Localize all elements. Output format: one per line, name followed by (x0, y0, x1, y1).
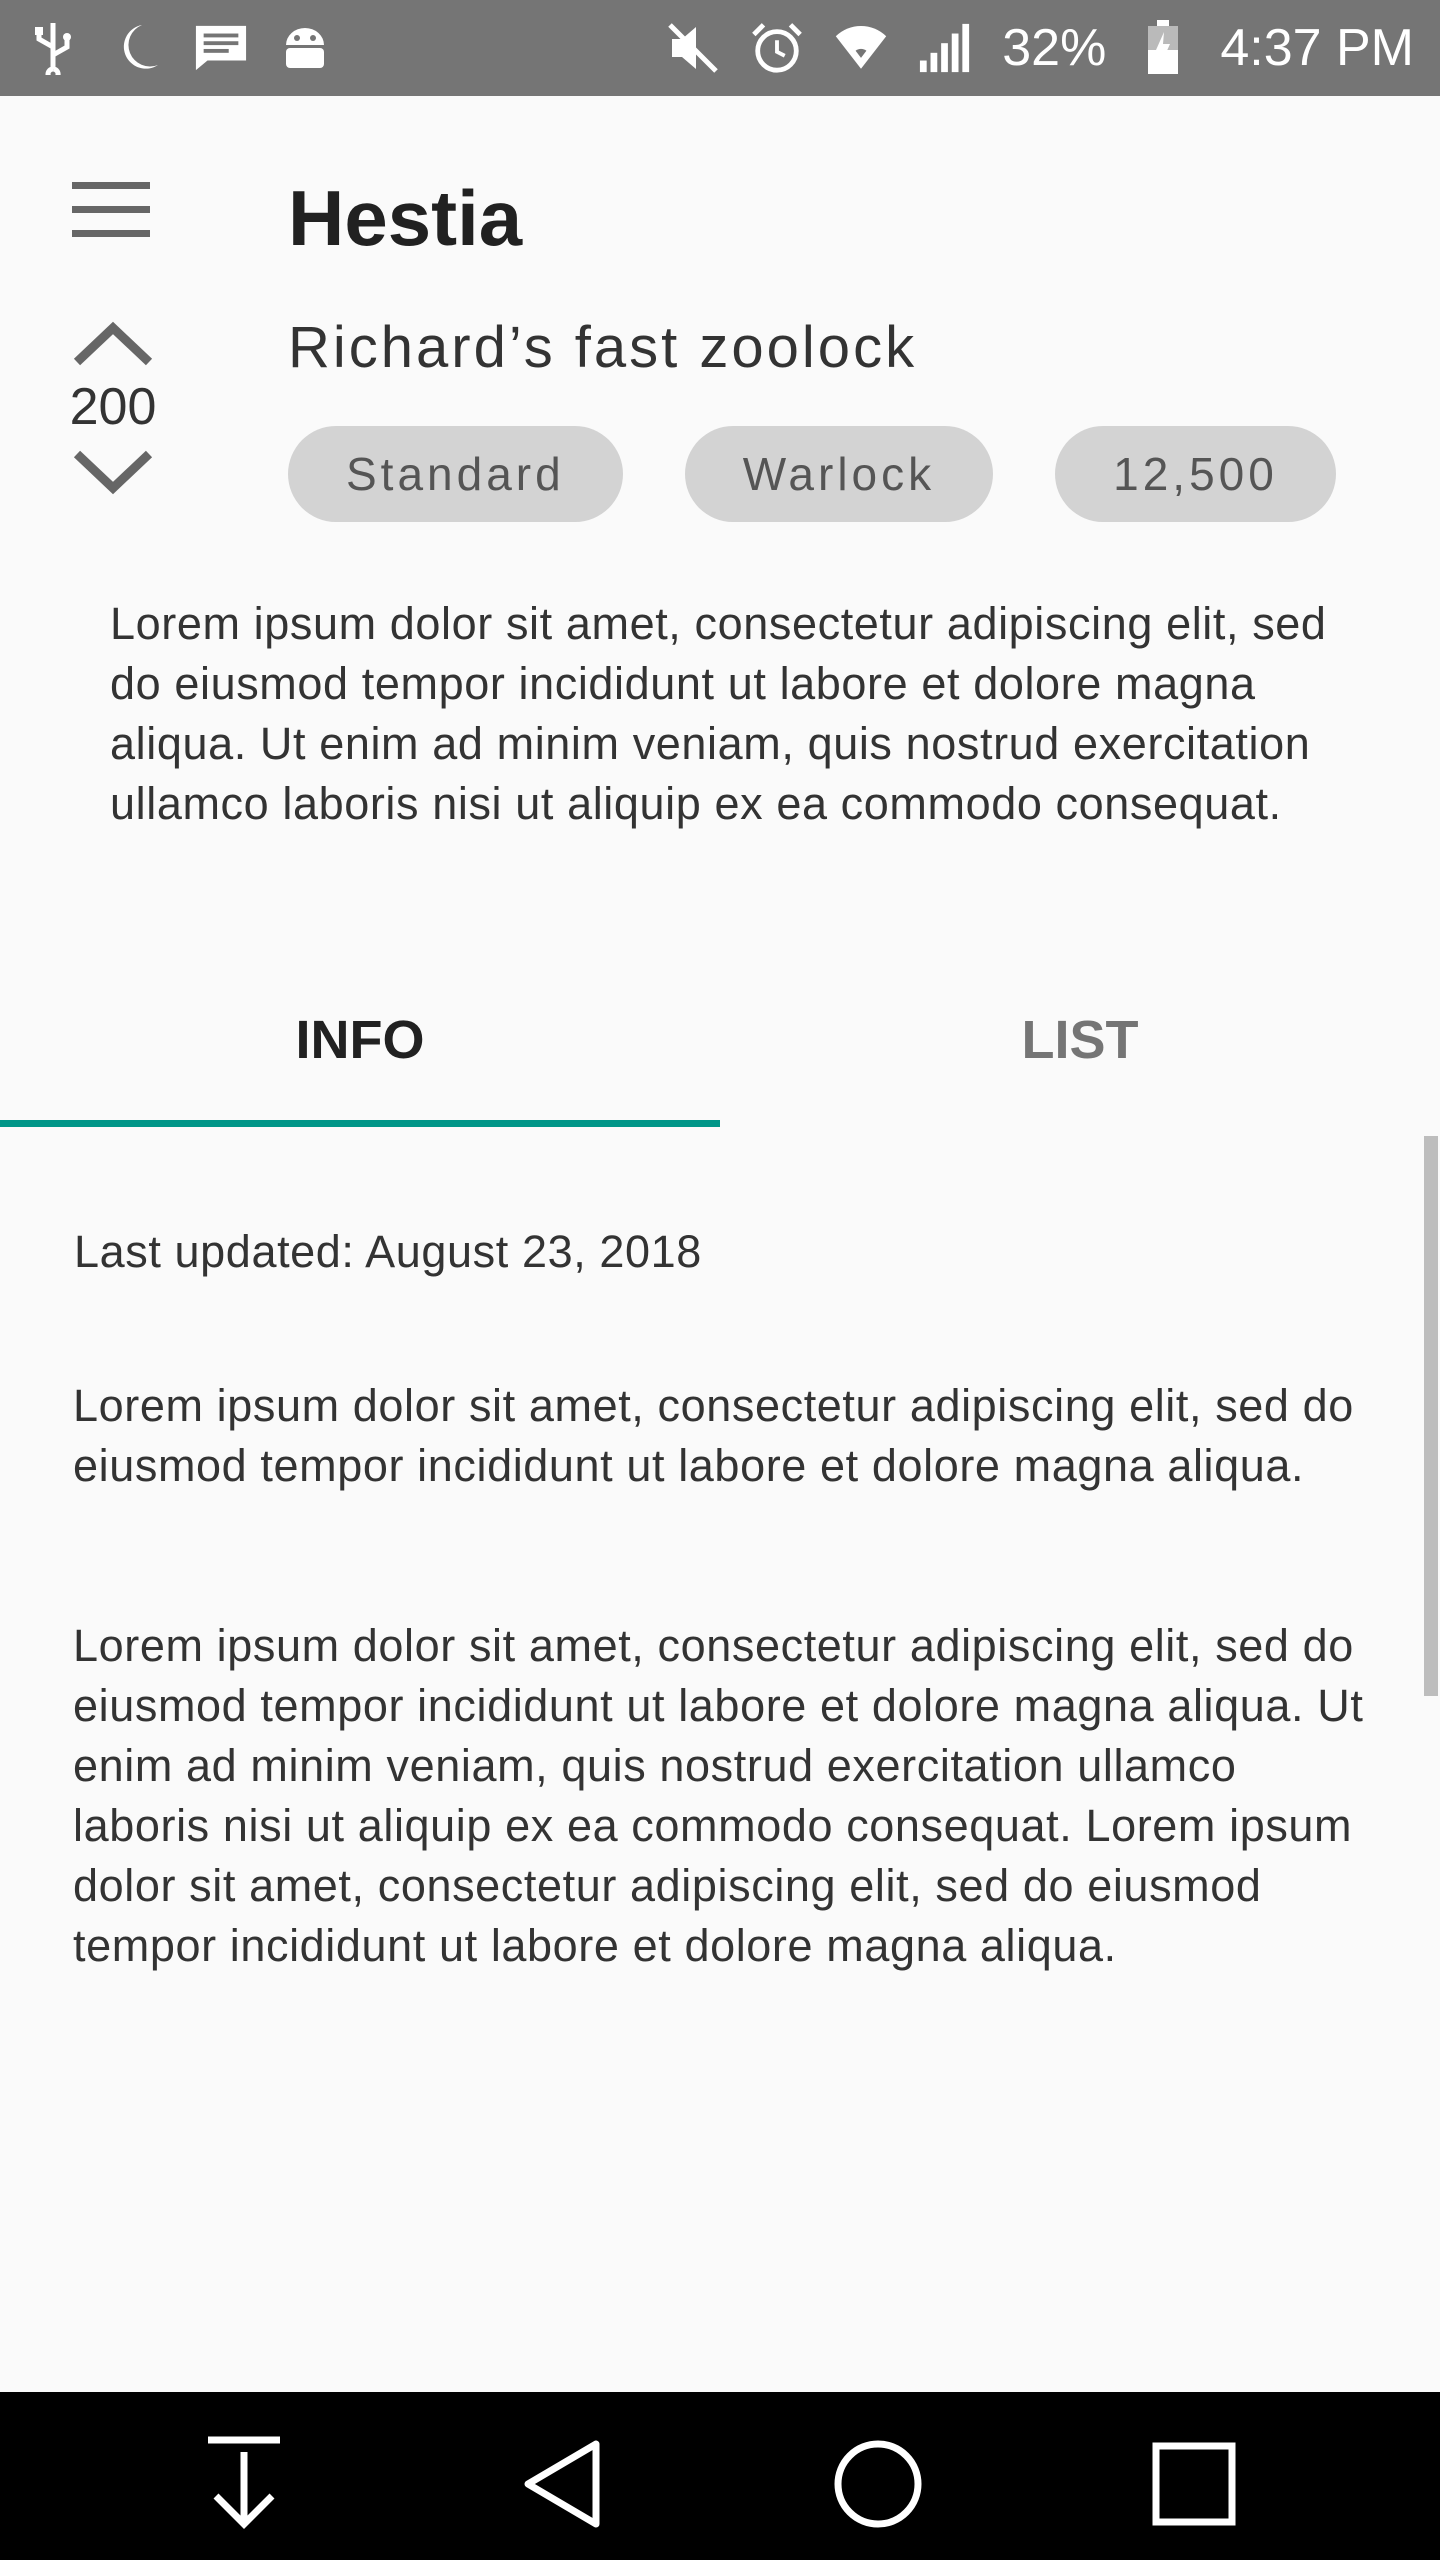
status-left-icons (26, 21, 332, 75)
tab-list[interactable]: LIST (720, 960, 1440, 1120)
scrollbar[interactable] (1424, 1136, 1438, 1696)
menu-line (72, 182, 150, 189)
app-title: Hestia (288, 174, 523, 262)
deck-name: Richard’s fast zoolock (288, 315, 918, 380)
status-right-icons: 32% 4:37 PM (666, 18, 1414, 78)
menu-line (72, 230, 150, 237)
downvote-chevron-icon[interactable] (71, 448, 155, 496)
android-icon (278, 21, 332, 75)
last-updated: Last updated: August 23, 2018 (74, 1226, 702, 1277)
mute-icon (666, 21, 720, 75)
menu-line (72, 206, 150, 213)
clock: 4:37 PM (1220, 19, 1414, 77)
tab-info[interactable]: INFO (0, 960, 720, 1120)
message-icon (194, 21, 248, 75)
wifi-icon (834, 21, 888, 75)
status-bar: 32% 4:37 PM (0, 0, 1440, 96)
vote-count: 200 (69, 378, 157, 436)
battery-icon (1136, 20, 1190, 75)
moon-icon (110, 21, 164, 75)
home-icon[interactable] (828, 2434, 928, 2534)
signal-icon (918, 21, 972, 75)
vote-control: 200 (58, 320, 168, 496)
usb-icon (26, 21, 80, 75)
tag-chip[interactable]: 12,500 (1055, 426, 1336, 522)
deck-description: Lorem ipsum dolor sit amet, consectetur … (110, 598, 1327, 829)
info-paragraph: Lorem ipsum dolor sit amet, consectetur … (73, 1620, 1364, 1971)
alarm-icon (750, 21, 804, 75)
tab-indicator (0, 1120, 720, 1127)
dismiss-icon[interactable] (194, 2434, 294, 2534)
info-paragraph: Lorem ipsum dolor sit amet, consectetur … (73, 1380, 1354, 1491)
tag-chip[interactable]: Standard (288, 426, 623, 522)
navigation-bar (0, 2392, 1440, 2560)
upvote-chevron-icon[interactable] (71, 320, 155, 368)
back-icon[interactable] (512, 2434, 612, 2534)
tab-bar: INFO LIST (0, 960, 1440, 1130)
deck-tags: Standard Warlock 12,500 (288, 426, 1336, 522)
tag-chip[interactable]: Warlock (684, 426, 994, 522)
hamburger-menu-icon[interactable] (72, 182, 150, 237)
recents-icon[interactable] (1144, 2434, 1244, 2534)
battery-percent: 32% (1002, 19, 1107, 77)
